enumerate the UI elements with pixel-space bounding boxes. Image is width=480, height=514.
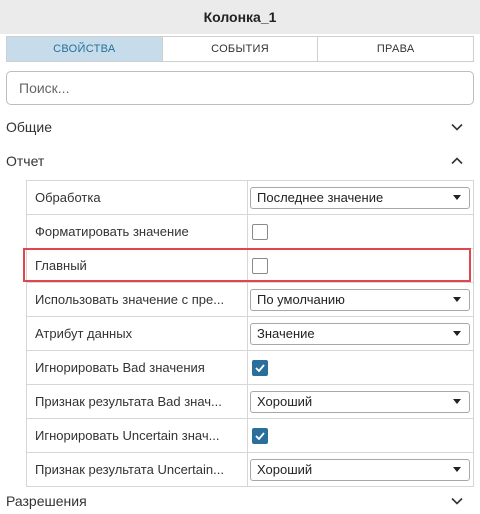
- property-row-use-value: Использовать значение с пре... По умолча…: [26, 283, 474, 317]
- tab-events[interactable]: СОБЫТИЯ: [163, 37, 319, 61]
- data-attribute-select[interactable]: Значение: [250, 322, 470, 345]
- section-general[interactable]: Общие: [0, 114, 480, 140]
- property-label: Игнорировать Uncertain знач...: [26, 419, 248, 452]
- checkmark-icon: [255, 431, 265, 440]
- property-row-main: Главный: [26, 249, 474, 283]
- select-value: Хороший: [257, 394, 313, 409]
- caret-down-icon: [453, 297, 461, 302]
- property-row-ignore-uncertain: Игнорировать Uncertain знач...: [26, 419, 474, 453]
- select-value: Хороший: [257, 462, 313, 477]
- ignore-uncertain-checkbox[interactable]: [252, 427, 268, 444]
- section-report-label: Отчет: [6, 153, 45, 169]
- property-row-uncertain-result: Признак результата Uncertain... Хороший: [26, 453, 474, 487]
- chevron-down-icon: [450, 120, 464, 134]
- checkmark-icon: [255, 363, 265, 372]
- property-label: Главный: [26, 249, 248, 282]
- processing-select[interactable]: Последнее значение: [250, 186, 470, 209]
- search-input[interactable]: [6, 71, 474, 105]
- property-label: Атрибут данных: [26, 317, 248, 350]
- property-label: Признак результата Bad знач...: [26, 385, 248, 418]
- panel-title-text: Колонка_1: [203, 9, 277, 25]
- tab-permissions[interactable]: ПРАВА: [318, 37, 473, 61]
- property-label: Признак результата Uncertain...: [26, 453, 248, 486]
- property-label: Игнорировать Bad значения: [26, 351, 248, 384]
- section-permissions-label: Разрешения: [6, 493, 87, 509]
- property-row-format-value: Форматировать значение: [26, 215, 474, 249]
- chevron-down-icon: [450, 494, 464, 508]
- property-row-bad-result: Признак результата Bad знач... Хороший: [26, 385, 474, 419]
- caret-down-icon: [453, 331, 461, 336]
- property-row-processing: Обработка Последнее значение: [26, 181, 474, 215]
- panel-title: Колонка_1: [0, 0, 480, 34]
- caret-down-icon: [453, 467, 461, 472]
- main-checkbox[interactable]: [252, 257, 268, 274]
- section-general-label: Общие: [6, 119, 53, 135]
- select-value: Последнее значение: [257, 190, 384, 205]
- property-row-ignore-bad: Игнорировать Bad значения: [26, 351, 474, 385]
- property-row-data-attribute: Атрибут данных Значение: [26, 317, 474, 351]
- property-label: Использовать значение с пре...: [26, 283, 248, 316]
- report-properties-grid: Обработка Последнее значение Форматирова…: [26, 180, 474, 487]
- chevron-up-icon: [450, 154, 464, 168]
- select-value: Значение: [257, 326, 315, 341]
- caret-down-icon: [453, 399, 461, 404]
- caret-down-icon: [453, 195, 461, 200]
- format-value-checkbox[interactable]: [252, 223, 268, 240]
- use-value-select[interactable]: По умолчанию: [250, 288, 470, 311]
- tab-bar: СВОЙСТВА СОБЫТИЯ ПРАВА: [6, 36, 474, 62]
- tab-properties[interactable]: СВОЙСТВА: [7, 37, 163, 61]
- select-value: По умолчанию: [257, 292, 345, 307]
- section-report[interactable]: Отчет: [0, 148, 480, 174]
- property-label: Форматировать значение: [26, 215, 248, 248]
- bad-result-select[interactable]: Хороший: [250, 390, 470, 413]
- property-label: Обработка: [26, 181, 248, 214]
- section-permissions[interactable]: Разрешения: [0, 488, 480, 514]
- uncertain-result-select[interactable]: Хороший: [250, 458, 470, 481]
- ignore-bad-checkbox[interactable]: [252, 359, 268, 376]
